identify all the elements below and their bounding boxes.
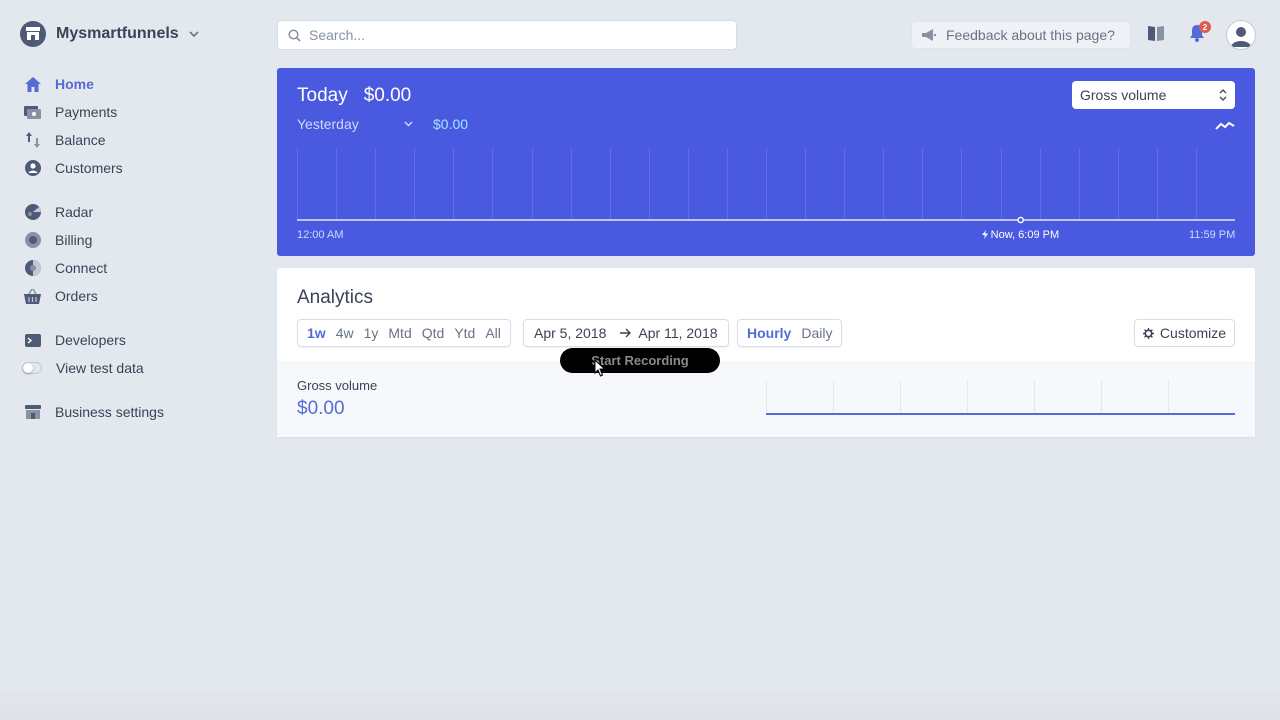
sidebar-item-orders[interactable]: Orders <box>24 282 254 310</box>
compare-period-select[interactable]: Yesterday <box>297 116 421 132</box>
sidebar-item-label: Connect <box>55 260 108 276</box>
metric-sparkline <box>766 381 1235 415</box>
axis-now-text: Now, 6:09 PM <box>990 229 1060 241</box>
up-down-chevron-icon <box>1219 89 1227 101</box>
sidebar-item-payments[interactable]: Payments <box>24 98 254 126</box>
search-input[interactable] <box>309 27 709 43</box>
today-title: Today <box>297 85 348 106</box>
sidebar-item-label: Payments <box>55 104 118 120</box>
metric-panel[interactable]: Gross volume $0.00 <box>277 361 1255 437</box>
sidebar-item-label: Balance <box>55 132 106 148</box>
range-option-ytd[interactable]: Ytd <box>449 325 480 341</box>
date-start: Apr 5, 2018 <box>534 325 607 341</box>
range-option-mtd[interactable]: Mtd <box>383 325 416 341</box>
account-name: Mysmartfunnels <box>56 25 179 42</box>
connect-icon <box>24 260 41 277</box>
store-icon <box>24 404 41 421</box>
sidebar-item-billing[interactable]: Billing <box>24 226 254 254</box>
arrow-right-icon <box>620 328 632 338</box>
customize-label: Customize <box>1159 325 1227 341</box>
today-card: Today $0.00 Yesterday $0.00 Gross volume… <box>277 68 1255 256</box>
axis-end-label: 11:59 PM <box>1189 229 1236 241</box>
sidebar-item-business-settings[interactable]: Business settings <box>24 398 254 426</box>
range-option-1w[interactable]: 1w <box>302 325 331 341</box>
account-switcher[interactable]: Mysmartfunnels <box>20 20 199 48</box>
balance-icon <box>24 132 41 149</box>
feedback-button[interactable]: Feedback about this page? <box>911 21 1131 49</box>
analytics-card: Analytics 1w 4w 1y Mtd Qtd Ytd All Apr 5, 2018… <box>277 268 1255 437</box>
sidebar-item-home[interactable]: Home <box>24 70 254 98</box>
search-icon <box>288 28 301 42</box>
radar-icon <box>24 204 41 221</box>
sidebar-item-label: Developers <box>55 332 126 348</box>
metric-select[interactable]: Gross volume <box>1072 81 1235 109</box>
metric-label: Gross volume <box>297 378 378 393</box>
notifications-button[interactable]: 2 <box>1189 21 1211 47</box>
axis-start-label: 12:00 AM <box>297 229 344 241</box>
start-recording-button[interactable]: Start Recording <box>560 348 720 373</box>
sidebar-item-label: Business settings <box>55 404 164 420</box>
user-icon <box>1231 27 1251 47</box>
lightning-icon <box>981 230 988 239</box>
gear-icon <box>1142 327 1154 339</box>
mouse-cursor-icon <box>594 359 606 377</box>
range-option-4w[interactable]: 4w <box>331 325 359 341</box>
compare-amount: $0.00 <box>433 116 469 132</box>
range-option-qtd[interactable]: Qtd <box>417 325 450 341</box>
notification-badge: 2 <box>1199 21 1211 33</box>
sidebar-item-label: Billing <box>55 232 93 248</box>
home-icon <box>24 76 41 93</box>
interval-option-daily[interactable]: Daily <box>796 325 837 341</box>
chevron-down-icon <box>189 31 199 38</box>
compare-period-label: Yesterday <box>297 116 359 132</box>
sidebar-item-connect[interactable]: Connect <box>24 254 254 282</box>
now-marker <box>1017 216 1024 224</box>
sidebar-item-label: View test data <box>56 360 144 376</box>
metric-select-label: Gross volume <box>1080 87 1167 103</box>
axis-now-label: Now, 6:09 PM <box>981 229 1060 241</box>
megaphone-icon <box>922 29 936 41</box>
sidebar-item-label: Orders <box>55 288 98 304</box>
date-range-picker[interactable]: Apr 5, 2018 Apr 11, 2018 <box>523 319 729 347</box>
sidebar-nav: Home Payments Balance Customers Radar Bi… <box>22 70 254 426</box>
date-end: Apr 11, 2018 <box>638 325 718 341</box>
range-selector: 1w 4w 1y Mtd Qtd Ytd All <box>297 319 511 347</box>
interval-option-hourly[interactable]: Hourly <box>742 325 796 341</box>
range-option-1y[interactable]: 1y <box>359 325 384 341</box>
chevron-down-icon <box>404 121 413 127</box>
toggle-switch[interactable] <box>22 362 42 374</box>
today-chart <box>297 148 1235 224</box>
docs-button[interactable] <box>1147 24 1165 47</box>
store-icon <box>20 21 46 47</box>
basket-icon <box>24 288 41 305</box>
customer-icon <box>24 160 41 177</box>
today-amount: $0.00 <box>363 85 412 106</box>
sidebar-item-label: Customers <box>55 160 123 176</box>
trend-icon[interactable] <box>1215 121 1235 131</box>
payments-icon <box>24 104 41 121</box>
sidebar-item-label: Home <box>55 76 94 92</box>
test-data-toggle[interactable]: View test data <box>22 354 254 382</box>
book-icon <box>1148 26 1164 41</box>
today-header: Today $0.00 <box>297 85 411 107</box>
sidebar-item-balance[interactable]: Balance <box>24 126 254 154</box>
billing-icon <box>24 232 41 249</box>
interval-selector: Hourly Daily <box>737 319 843 347</box>
search-bar[interactable] <box>277 20 737 50</box>
terminal-icon <box>24 332 41 349</box>
sidebar-item-radar[interactable]: Radar <box>24 198 254 226</box>
feedback-label: Feedback about this page? <box>946 27 1115 43</box>
sidebar-item-customers[interactable]: Customers <box>24 154 254 182</box>
sidebar-item-developers[interactable]: Developers <box>24 326 254 354</box>
analytics-title: Analytics <box>297 287 374 308</box>
user-avatar[interactable] <box>1226 20 1256 50</box>
sidebar-item-label: Radar <box>55 204 94 220</box>
metric-amount: $0.00 <box>297 398 345 419</box>
compare-row: Yesterday $0.00 <box>297 116 468 132</box>
range-option-all[interactable]: All <box>480 325 506 341</box>
customize-button[interactable]: Customize <box>1134 319 1235 347</box>
